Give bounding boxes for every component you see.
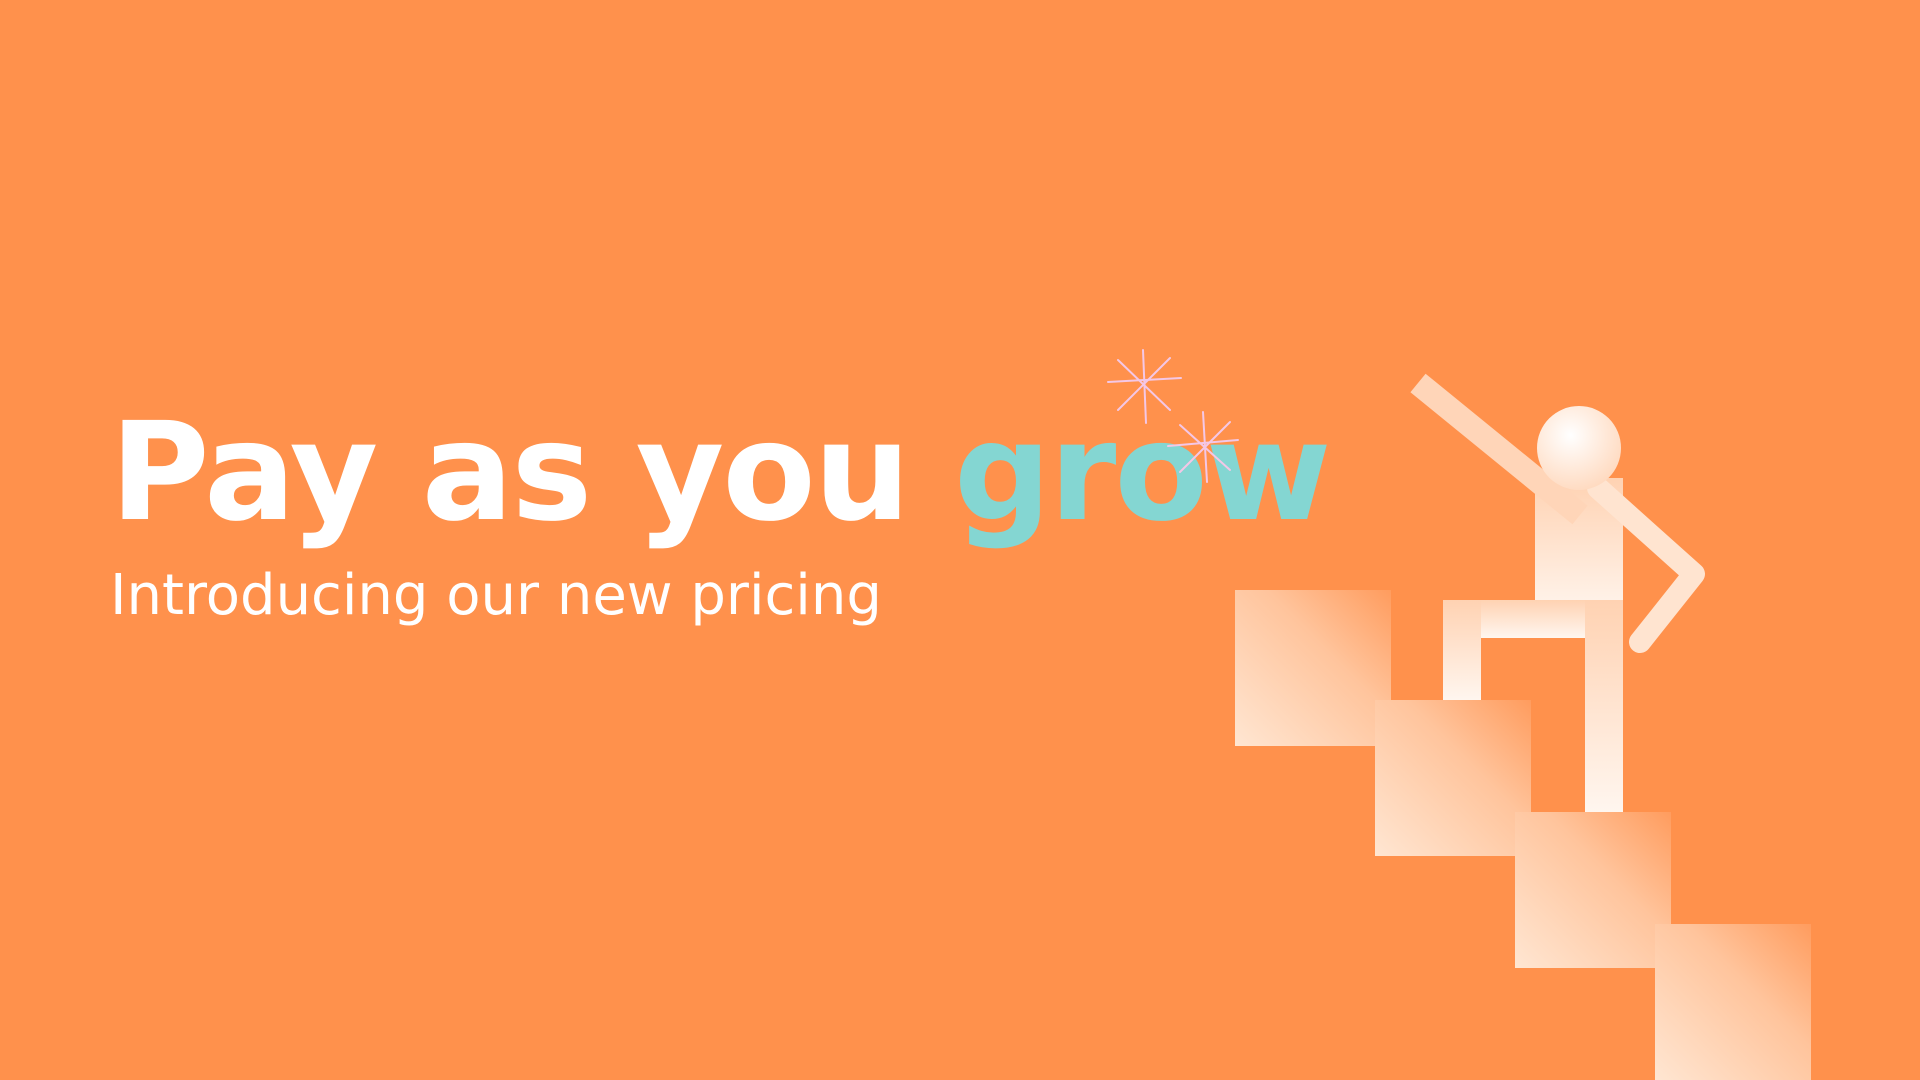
stair-blocks — [1235, 590, 1811, 1080]
sparkle-icon — [1107, 349, 1182, 424]
sparkle-icon — [1167, 411, 1239, 483]
stairs-illustration — [1107, 349, 1811, 1080]
